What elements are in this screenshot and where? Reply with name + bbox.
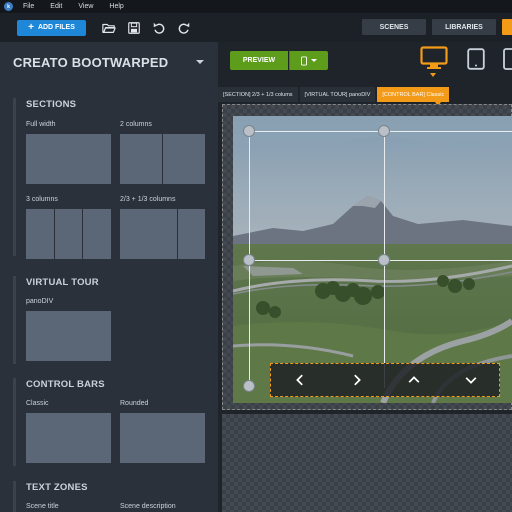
resize-handle[interactable] <box>243 125 255 137</box>
section-2-3-1-3-columns[interactable] <box>120 209 205 259</box>
redo-icon[interactable] <box>175 19 193 37</box>
breadcrumb-section[interactable]: [SECTION] 2/3 + 1/3 colums <box>218 87 298 102</box>
column-divider <box>177 209 178 259</box>
thumb-label-full-width: Full width <box>26 121 56 128</box>
project-title[interactable]: CREATO BOOTWARPED <box>13 55 168 70</box>
control-bar-classic[interactable] <box>26 413 111 463</box>
add-files-label: ADD FILES <box>37 24 75 31</box>
page-stage-empty[interactable] <box>222 414 512 512</box>
selection-breadcrumb: [SECTION] 2/3 + 1/3 colums [VIRTUAL TOUR… <box>218 87 450 102</box>
phone-icon <box>301 56 307 65</box>
thumb-label-panodiv: panoDIV <box>26 298 54 305</box>
section-divider <box>13 276 16 364</box>
menu-edit[interactable]: Edit <box>50 3 62 10</box>
phone-icon[interactable] <box>503 48 512 70</box>
tablet-icon[interactable] <box>467 48 485 70</box>
thumb-label-2-columns: 2 columns <box>120 121 152 128</box>
section-3-columns[interactable] <box>26 209 111 259</box>
column-divider <box>54 209 55 259</box>
column-divider <box>82 209 83 259</box>
section-full-width[interactable] <box>26 134 111 184</box>
plus-icon: + <box>28 21 34 33</box>
section-divider <box>13 98 16 256</box>
toolbar: + ADD FILES SCENES LIBRARIES <box>0 13 512 42</box>
chevron-up-icon[interactable] <box>407 373 421 387</box>
menu-help[interactable]: Help <box>109 3 123 10</box>
menu-view[interactable]: View <box>78 3 93 10</box>
thumb-label-scene-title: Scene title <box>26 503 59 510</box>
section-divider <box>13 481 16 512</box>
chevron-left-icon[interactable] <box>293 373 307 387</box>
sections-heading: SECTIONS <box>26 99 77 110</box>
thumb-label-scene-description: Scene description <box>120 503 176 510</box>
chevron-down-icon[interactable] <box>196 60 204 64</box>
section-divider <box>13 378 16 466</box>
virtual-tour-heading: VIRTUAL TOUR <box>26 277 99 288</box>
control-bar-classic-instance[interactable] <box>270 363 500 397</box>
chevron-down-icon <box>311 59 317 62</box>
tab-libraries[interactable]: LIBRARIES <box>432 19 496 35</box>
text-zones-heading: TEXT ZONES <box>26 482 88 493</box>
tab-scenes[interactable]: SCENES <box>362 19 426 35</box>
save-icon[interactable] <box>125 19 143 37</box>
undo-icon[interactable] <box>150 19 168 37</box>
open-folder-icon[interactable] <box>100 19 118 37</box>
column-divider <box>162 134 163 184</box>
resize-handle[interactable] <box>378 254 390 266</box>
device-select-dropdown[interactable] <box>289 51 328 70</box>
control-bars-heading: CONTROL BARS <box>26 379 105 390</box>
preview-button[interactable]: PREVIEW <box>230 51 288 70</box>
thumb-label-rounded: Rounded <box>120 400 149 407</box>
control-bar-rounded[interactable] <box>120 413 205 463</box>
menu-bar: k File Edit View Help <box>0 0 512 13</box>
breadcrumb-control-bar[interactable]: [CONTROL BAR] Classic <box>377 87 450 102</box>
thumb-label-classic: Classic <box>26 400 49 407</box>
app-logo-icon: k <box>4 2 13 11</box>
desktop-icon[interactable] <box>420 46 448 70</box>
selected-device-marker <box>430 73 436 77</box>
virtual-tour-panodiv[interactable] <box>26 311 111 361</box>
add-files-button[interactable]: + ADD FILES <box>17 19 86 36</box>
section-2-columns[interactable] <box>120 134 205 184</box>
menu-file[interactable]: File <box>23 3 34 10</box>
thumb-label-3-columns: 3 columns <box>26 196 58 203</box>
resize-handle[interactable] <box>243 254 255 266</box>
breadcrumb-virtual-tour[interactable]: [VIRTUAL TOUR] panoDIV <box>299 87 376 102</box>
resize-handle[interactable] <box>243 380 255 392</box>
tab-active-overflow[interactable] <box>502 19 512 35</box>
thumb-label-2-3-1-3-columns: 2/3 + 1/3 columns <box>120 196 176 203</box>
resize-handle[interactable] <box>378 125 390 137</box>
chevron-down-icon[interactable] <box>464 373 478 387</box>
chevron-right-icon[interactable] <box>350 373 364 387</box>
